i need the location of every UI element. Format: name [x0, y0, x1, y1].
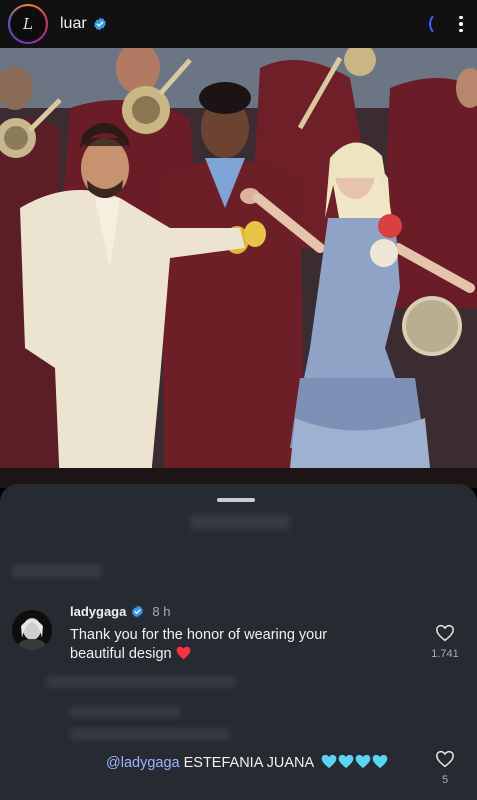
reply-content: ESTEFANIA JUANA	[183, 755, 314, 771]
avatar-portrait-icon	[12, 610, 52, 650]
comment-username-row: ladygaga 8 h	[70, 604, 170, 619]
comment-text-content: Thank you for the honor of wearing your …	[70, 627, 328, 662]
more-options-icon[interactable]	[453, 15, 469, 33]
comments-sheet: ladygaga 8 h Thank you for the honor of …	[0, 484, 477, 800]
scroll-indicator-icon	[429, 15, 434, 33]
reply-text: @ladygaga ESTEFANIA JUANA	[106, 754, 388, 771]
light-blue-heart-icon	[322, 754, 337, 769]
light-blue-heart-icon	[356, 754, 371, 769]
red-heart-icon	[176, 646, 190, 660]
verified-badge-icon	[132, 605, 144, 618]
avatar-letter: L	[23, 15, 33, 33]
photo-illustration	[0, 48, 477, 488]
comment-username[interactable]: ladygaga	[70, 604, 126, 619]
heart-outline-icon[interactable]	[435, 624, 455, 642]
blurred-label	[12, 564, 102, 578]
mention-link[interactable]: @ladygaga	[106, 755, 180, 771]
blurred-row	[70, 706, 180, 718]
profile-username[interactable]: luar	[60, 15, 87, 33]
post-photo[interactable]	[0, 48, 477, 488]
light-blue-heart-icon	[373, 754, 388, 769]
heart-outline-icon[interactable]	[435, 750, 455, 768]
verified-badge-icon	[93, 17, 106, 31]
sheet-drag-handle[interactable]	[217, 498, 255, 502]
like-count: 1.741	[431, 648, 459, 660]
blurred-row	[46, 676, 236, 688]
blurred-row	[70, 728, 230, 740]
comment-text: Thank you for the honor of wearing your …	[70, 626, 370, 664]
reply-like[interactable]: 5	[430, 750, 460, 786]
blurred-title	[190, 514, 290, 530]
comment-avatar[interactable]	[12, 610, 52, 650]
blue-hearts	[321, 754, 388, 769]
profile-avatar[interactable]: L	[8, 4, 48, 44]
light-blue-heart-icon	[339, 754, 354, 769]
like-count: 5	[441, 774, 449, 786]
comment-time: 8 h	[152, 604, 171, 619]
comment-like[interactable]: 1.741	[430, 624, 460, 660]
post-header: L luar	[0, 0, 477, 48]
